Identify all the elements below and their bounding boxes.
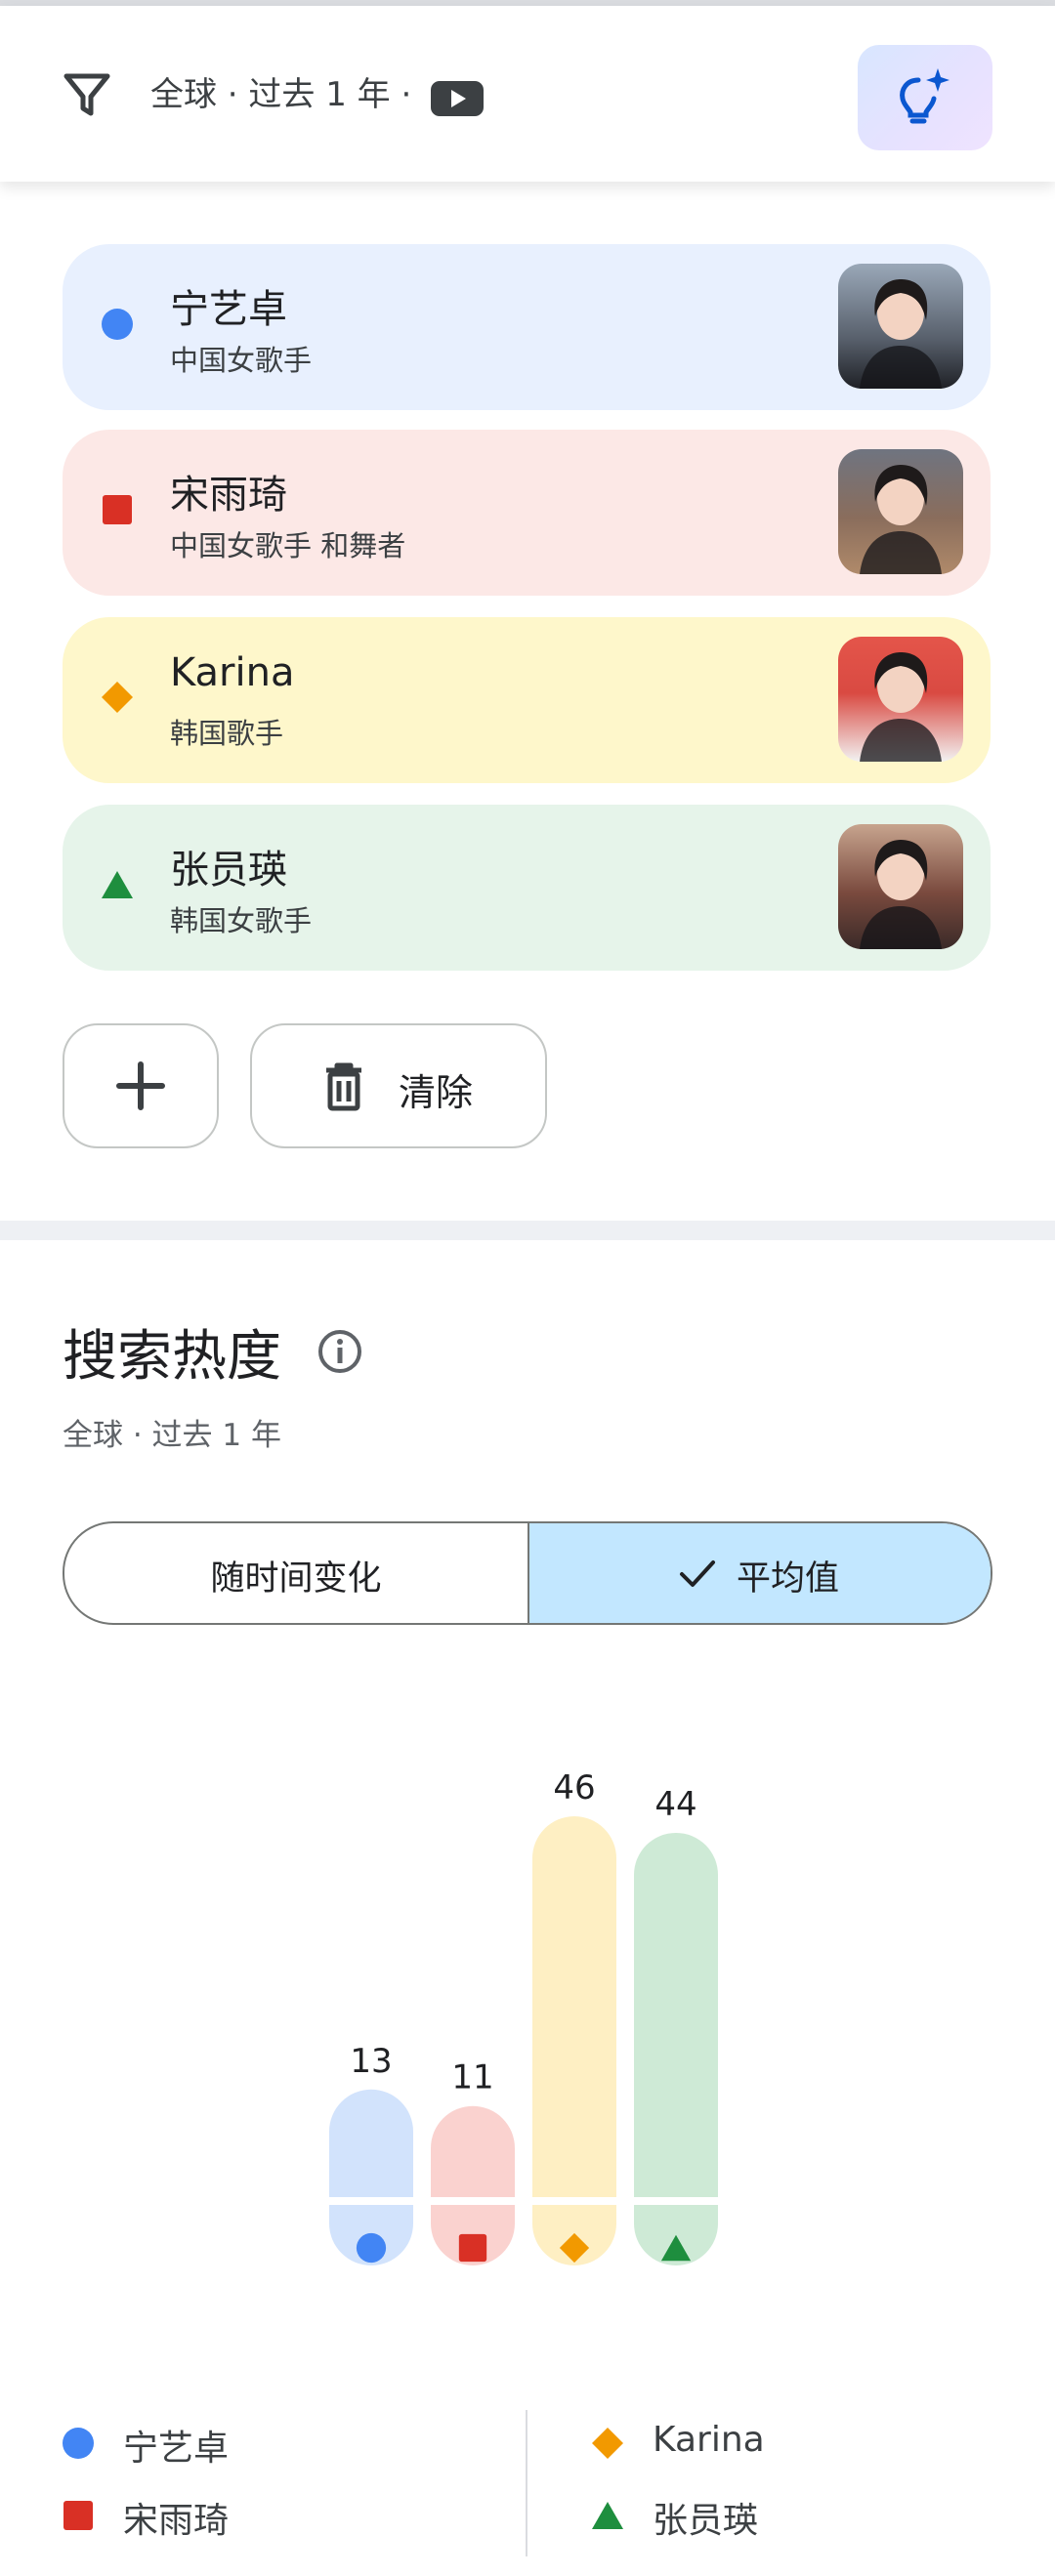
bar-separator xyxy=(329,2197,413,2205)
data-label: 11 xyxy=(451,2058,493,2098)
bar-group[interactable]: 13 xyxy=(329,2042,413,2265)
triangle-marker-icon xyxy=(102,871,133,898)
youtube-icon xyxy=(431,81,484,116)
diamond-marker-icon xyxy=(102,682,133,713)
trash-icon xyxy=(326,1062,361,1111)
legend-label: 宁艺卓 xyxy=(123,2429,230,2469)
bar-marker xyxy=(458,2233,487,2263)
term-description: 韩国女歌手 xyxy=(170,904,313,937)
view-toggle: 随时间变化 平均值 xyxy=(63,1521,992,1625)
tab-over-time[interactable]: 随时间变化 xyxy=(64,1523,528,1623)
term-card[interactable]: 宋雨琦中国女歌手 和舞者 xyxy=(63,430,991,596)
bar-group[interactable]: 44 xyxy=(634,1785,718,2265)
term-description: 中国女歌手 和舞者 xyxy=(170,529,406,562)
check-icon xyxy=(680,1560,715,1587)
bar-separator xyxy=(431,2197,515,2205)
section-title: 搜索热度 xyxy=(63,1325,281,1389)
average-interest-chart: 13 11 46 44 xyxy=(329,1768,718,2265)
term-card[interactable]: 张员瑛 韩国女歌手 xyxy=(63,805,991,971)
bar-separator xyxy=(634,2197,718,2205)
tab-average-label: 平均值 xyxy=(737,1559,840,1599)
term-card[interactable]: Karina 韩国歌手 xyxy=(63,617,991,783)
filter-icon[interactable] xyxy=(61,68,113,121)
triangle-marker-icon xyxy=(592,2502,623,2529)
clear-button[interactable]: 清除 xyxy=(250,1023,547,1148)
term-thumbnail xyxy=(838,264,963,389)
legend-label: 宋雨琦 xyxy=(123,2501,230,2541)
term-thumbnail xyxy=(838,824,963,949)
info-icon[interactable] xyxy=(316,1328,363,1375)
diamond-marker-icon xyxy=(592,2428,623,2459)
square-marker-icon xyxy=(103,495,132,524)
term-card[interactable]: 宁艺卓 中国女歌手 xyxy=(63,244,991,410)
filter-summary[interactable]: 全球 · 过去 1 年 · xyxy=(150,70,411,119)
term-description: 韩国歌手 xyxy=(170,717,284,750)
legend-label: 张员瑛 xyxy=(653,2501,759,2541)
legend-divider xyxy=(526,2410,528,2556)
add-term-button[interactable] xyxy=(63,1023,219,1148)
term-name: Karina xyxy=(170,650,295,695)
data-label: 44 xyxy=(654,1785,696,1824)
lightbulb-sparkle-icon xyxy=(900,68,950,124)
tab-over-time-label: 随时间变化 xyxy=(210,1559,382,1599)
bar-marker xyxy=(356,2232,387,2264)
chart-legend: 宁艺卓宋雨琦 Karina 张员瑛 xyxy=(0,2383,1055,2576)
bar-separator xyxy=(532,2197,616,2205)
circle-marker-icon xyxy=(102,309,133,340)
term-name: 张员瑛 xyxy=(170,848,287,893)
section-divider xyxy=(0,1221,1055,1240)
term-description: 中国女歌手 xyxy=(170,344,313,377)
data-label: 46 xyxy=(553,1768,595,1807)
bar-group[interactable]: 11 xyxy=(431,2058,515,2265)
plus-icon xyxy=(116,1061,165,1110)
term-name: 宋雨琦 xyxy=(170,473,287,518)
legend-label: Karina xyxy=(653,2420,765,2460)
square-marker-icon xyxy=(63,2501,93,2530)
term-thumbnail xyxy=(838,449,963,574)
idea-button[interactable] xyxy=(858,45,992,150)
bar-group[interactable]: 46 xyxy=(532,1768,616,2265)
section-subtitle: 全球 · 过去 1 年 xyxy=(63,1418,281,1453)
data-label: 13 xyxy=(350,2042,392,2081)
clear-label: 清除 xyxy=(399,1071,474,1114)
term-name: 宁艺卓 xyxy=(170,287,287,332)
term-thumbnail xyxy=(838,637,963,762)
filter-header: 全球 · 过去 1 年 · xyxy=(0,6,1055,182)
circle-marker-icon xyxy=(63,2428,94,2459)
tab-average[interactable]: 平均值 xyxy=(528,1523,991,1623)
